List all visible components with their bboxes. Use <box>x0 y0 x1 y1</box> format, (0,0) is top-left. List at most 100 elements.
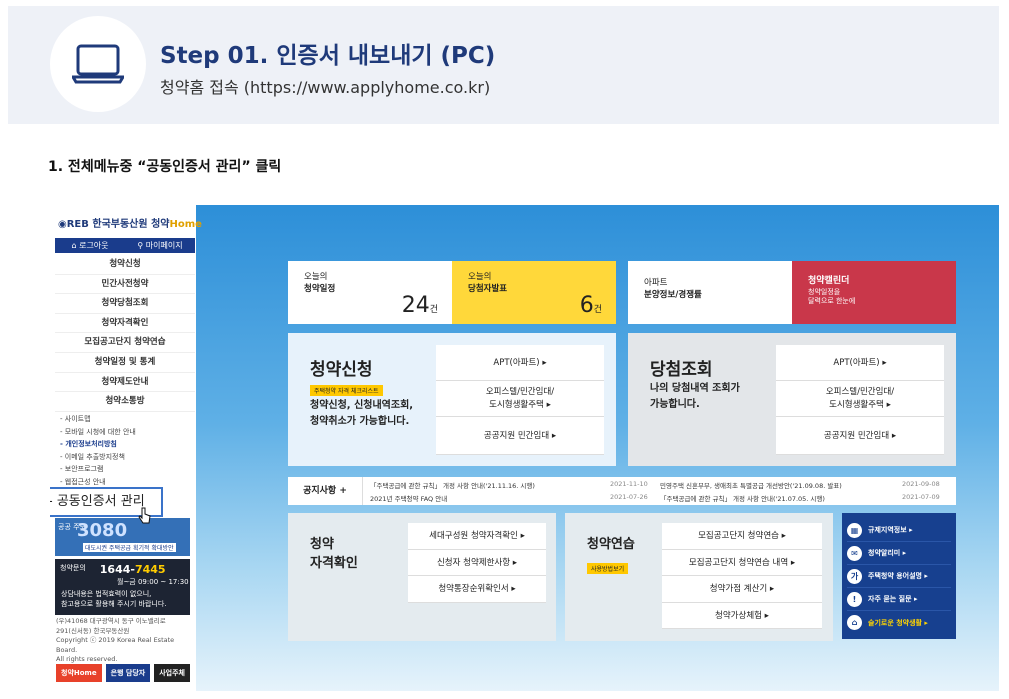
pointer-cursor-icon <box>138 507 151 524</box>
sidebar-item[interactable]: 민간사전청약 <box>55 275 195 295</box>
quick-link-glossary[interactable]: 가 주택청약 용어설명 ▸ <box>847 565 951 588</box>
opt2b: 도시형생활주택 ▸ <box>489 400 551 410</box>
apply-card: 청약신청 주택청약 자격 체크리스트 청약신청, 신청내역조회, 청약취소가 가… <box>288 333 616 466</box>
sitemap-link[interactable]: - 사이트맵 <box>60 413 136 426</box>
contact-note-2: 참고용으로 활용해 주시기 바랍니다. <box>61 600 167 608</box>
practice-button[interactable]: 모집공고단지 청약연습 ▸ <box>662 523 822 550</box>
sidebar-links: - 사이트맵 - 모바일 시청에 대한 안내 - 개인정보처리방침 - 이메일 … <box>60 413 136 488</box>
applyhome-screenshot: ◉REB 한국부동산원 청약Home ⌂ 로그아웃 ⚲ 마이페이지 청약신청 민… <box>50 205 999 691</box>
qualification-title: 청약 자격확인 <box>310 535 358 573</box>
quick-links: ▦ 규제지역정보 ▸ ✉ 청약알리미 ▸ 가 주택청약 용어설명 ▸ ! 자주 묻는 질… <box>842 513 956 639</box>
sidebar-item[interactable]: 청약자격확인 <box>55 314 195 334</box>
bank-staff-button[interactable]: 은행 담당자 <box>105 664 151 682</box>
copyright-1: Copyright ⓒ 2019 Korea Real Estate Board… <box>56 636 175 654</box>
applyhome-button[interactable]: 청약Home <box>56 664 102 682</box>
logout-label: 로그아웃 <box>79 241 109 250</box>
apply-desc: 청약신청, 신청내역조회, 청약취소가 가능합니다. <box>310 398 413 430</box>
today-schedule-card[interactable]: 오늘의 청약일정 24건 <box>288 261 452 324</box>
email-policy-link[interactable]: - 이메일 추출방지정책 <box>60 451 136 464</box>
apply-desc-1: 청약신청, 신청내역조회, <box>310 400 414 411</box>
apply-officetel-button[interactable]: 오피스텔/민간임대/도시형생활주택 ▸ <box>436 381 604 417</box>
winner-count: 6 <box>579 293 594 318</box>
step-banner: Step 01. 인증서 내보내기 (PC) 청약홈 접속 (https://w… <box>8 6 999 124</box>
win-title: 당첨조회 <box>650 360 713 380</box>
sidebar-item[interactable]: 청약일정 및 통계 <box>55 353 195 373</box>
notice-date: 2021-07-09 <box>902 493 940 501</box>
rank-cert-button[interactable]: 청약통장순위확인서 ▸ <box>408 576 546 603</box>
laptop-badge <box>50 16 146 112</box>
grid-icon: ▦ <box>847 522 862 538</box>
mobile-notice-link[interactable]: - 모바일 시청에 대한 안내 <box>60 426 136 439</box>
win-options: APT(아파트) ▸ 오피스텔/민간임대/도시형생활주택 ▸ 공공지원 민간임대… <box>776 345 944 455</box>
winner-l1: 오늘의 <box>468 272 492 282</box>
schedule-count: 24 <box>401 293 430 318</box>
quick-label: 주택청약 용어설명 ▸ <box>868 572 928 580</box>
sidebar-item[interactable]: 모집공고단지 청약연습 <box>55 333 195 353</box>
logout-button[interactable]: ⌂ 로그아웃 <box>55 238 125 253</box>
notice-item[interactable]: 「주택공급에 관한 규칙」 개정 사항 안내('21.07.05. 시행) <box>660 493 825 503</box>
win-public-rental-button[interactable]: 공공지원 민간임대 ▸ <box>776 417 944 455</box>
tel-prefix: 1644- <box>99 563 135 576</box>
notice-item[interactable]: 민영주택 신혼부부, 생애최초 특별공급 개선방안('21.09.08. 발표) <box>660 480 842 490</box>
privacy-link[interactable]: - 개인정보처리방침 <box>60 438 136 451</box>
mail-icon: ✉ <box>847 545 862 561</box>
notice-date: 2021-07-26 <box>610 493 648 501</box>
apply-apt-button[interactable]: APT(아파트) ▸ <box>436 345 604 381</box>
restriction-button[interactable]: 신청자 청약제한사항 ▸ <box>408 549 546 576</box>
practice-options: 모집공고단지 청약연습 ▸ 모집공고단지 청약연습 내역 ▸ 청약가점 계산기 … <box>662 523 822 629</box>
promo-banner[interactable]: 공공 주도 3080 대도시권 주택공급 획기적 확대방안 <box>55 518 190 556</box>
step-title: Step 01. 인증서 내보내기 (PC) <box>160 43 496 69</box>
sidebar-item[interactable]: 청약당첨조회 <box>55 294 195 314</box>
household-qual-button[interactable]: 세대구성원 청약자격확인 ▸ <box>408 523 546 550</box>
qualification-options: 세대구성원 청약자격확인 ▸ 신청자 청약제한사항 ▸ 청약통장순위확인서 ▸ <box>408 523 546 603</box>
apply-options: APT(아파트) ▸ 오피스텔/민간임대/도시형생활주택 ▸ 공공지원 민간임대… <box>436 345 604 455</box>
tel-suffix: 7445 <box>134 563 166 576</box>
score-calculator-button[interactable]: 청약가점 계산기 ▸ <box>662 576 822 603</box>
practice-card: 청약연습 사용방법보기 모집공고단지 청약연습 ▸ 모집공고단지 청약연습 내역… <box>565 513 833 641</box>
apply-checklist-tag[interactable]: 주택청약 자격 체크리스트 <box>310 385 383 396</box>
win-apt-button[interactable]: APT(아파트) ▸ <box>776 345 944 381</box>
mypage-button[interactable]: ⚲ 마이페이지 <box>125 238 195 253</box>
winner-l2: 당첨자발표 <box>468 284 508 294</box>
sidebar-item[interactable]: 청약신청 <box>55 255 195 275</box>
qual-title-2: 자격확인 <box>310 556 358 571</box>
practice-history-button[interactable]: 모집공고단지 청약연습 내역 ▸ <box>662 549 822 576</box>
logo-home: Home <box>169 219 202 230</box>
apply-title: 청약신청 <box>310 360 373 380</box>
footer-buttons: 청약Home 은행 담당자 사업주체 <box>56 664 190 682</box>
address-line-2: 291(신서동) 한국부동산원 <box>56 626 130 635</box>
win-officetel-button[interactable]: 오피스텔/민간임대/도시형생활주택 ▸ <box>776 381 944 417</box>
security-program-link[interactable]: - 보안프로그램 <box>60 463 136 476</box>
quick-label: 규제지역정보 ▸ <box>868 526 913 534</box>
win-opt2b: 도시형생활주택 ▸ <box>829 400 891 410</box>
address: (우)41068 대구광역시 동구 이노밸리로 291(신서동) 한국부동산원 … <box>56 617 194 665</box>
practice-howto-tag[interactable]: 사용방법보기 <box>587 563 629 574</box>
qual-title-1: 청약 <box>310 537 334 552</box>
notice-item[interactable]: 「주택공급에 관한 규칙」 개정 사항 안내('21.11.16. 시행) <box>370 480 535 490</box>
contact-box: 청약문의 1644-7445 월~금 09:00 ~ 17:30 상담내용은 법… <box>55 559 190 615</box>
quick-label: 청약알리미 ▸ <box>868 549 907 557</box>
notice-label[interactable]: 공지사항 + <box>288 477 363 505</box>
reb-logo-icon: ◉REB <box>58 219 93 230</box>
virtual-experience-button[interactable]: 청약가상체험 ▸ <box>662 602 822 629</box>
quick-link-regulation[interactable]: ▦ 규제지역정보 ▸ <box>847 519 951 542</box>
quick-link-life[interactable]: ⌂ 슬기로운 청약생활 ▸ <box>847 611 951 634</box>
quick-link-alert[interactable]: ✉ 청약알리미 ▸ <box>847 542 951 565</box>
today-winner-card[interactable]: 오늘의당첨자발표 6건 <box>452 261 616 324</box>
apt-info-card[interactable]: 아파트 분양정보/경쟁률 <box>628 261 792 324</box>
win-check-card: 당첨조회 나의 당첨내역 조회가 가능합니다. APT(아파트) ▸ 오피스텔/… <box>628 333 956 466</box>
life-icon: ⌂ <box>847 615 862 630</box>
calendar-card[interactable]: 청약캘린더 청약일정을 달력으로 한눈에 <box>792 261 956 324</box>
business-button[interactable]: 사업주체 <box>154 664 190 682</box>
qualification-card: 청약 자격확인 세대구성원 청약자격확인 ▸ 신청자 청약제한사항 ▸ 청약통장… <box>288 513 556 641</box>
quick-link-faq[interactable]: ! 자주 묻는 질문 ▸ <box>847 588 951 611</box>
sidebar-item[interactable]: 청약제도안내 <box>55 373 195 393</box>
logo-org: 한국부동산원 <box>92 219 148 230</box>
winner-unit: 건 <box>593 305 602 315</box>
logo[interactable]: ◉REB 한국부동산원 청약Home <box>58 215 202 230</box>
notice-item[interactable]: 2021년 주택청약 FAQ 안내 <box>370 493 447 503</box>
apply-public-rental-button[interactable]: 공공지원 민간임대 ▸ <box>436 417 604 455</box>
apt-l1: 아파트 <box>644 278 668 288</box>
sidebar-item[interactable]: 청약소통방 <box>55 392 195 412</box>
auth-bar: ⌂ 로그아웃 ⚲ 마이페이지 <box>55 238 195 253</box>
